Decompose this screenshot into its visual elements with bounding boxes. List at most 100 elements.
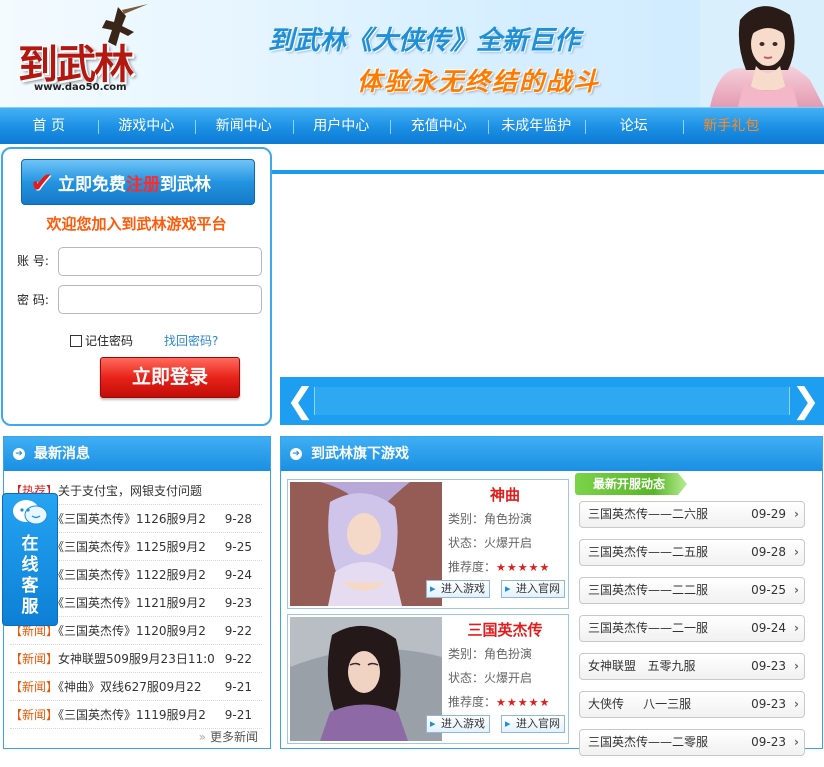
remember-checkbox[interactable]: [70, 334, 82, 347]
news-title: 《三国英杰传》1119服9月2: [58, 708, 206, 722]
chevron-right-icon: ›: [794, 697, 799, 711]
game-card: 三国英杰传 类别：角色扮演 状态：火爆开启 推荐度：★★★★★ 进入游戏 进入官…: [287, 614, 569, 744]
chat-bubble-icon: [13, 500, 48, 525]
heroine-illustration: [700, 0, 824, 107]
news-title: 《三国英杰传》1125服9月2: [58, 540, 206, 554]
news-date: 9-23: [224, 596, 252, 610]
slider-prev-icon[interactable]: ❮: [286, 381, 315, 421]
more-news-link[interactable]: » 更多新闻: [199, 726, 258, 748]
forgot-password-link[interactable]: 找回密码?: [164, 332, 218, 349]
game-type: 类别：角色扮演: [448, 512, 533, 526]
server-item[interactable]: 三国英杰传——二二服 09-25 ›: [579, 577, 805, 604]
news-date: 9-28: [224, 512, 252, 526]
news-date: 9-21: [224, 708, 252, 722]
server-item[interactable]: 三国英杰传——二六服 09-29 ›: [579, 501, 805, 528]
server-item[interactable]: 女神联盟 五零九服 09-23 ›: [579, 653, 805, 680]
game-card: 神曲 类别：角色扮演 状态：火爆开启 推荐度：★★★★★ 进入游戏 进入官网: [287, 479, 569, 609]
more-news-label: 更多新闻: [209, 730, 258, 744]
password-label: 密 码:: [17, 293, 49, 307]
official-site-button[interactable]: 进入官网: [501, 580, 565, 598]
site-logo[interactable]: 到武林 www.dao50.com: [8, 2, 158, 102]
news-item[interactable]: 【新闻】《三国英杰传》1119服9月2 9-21: [10, 701, 262, 729]
server-name: 三国英杰传——二一服: [588, 621, 709, 635]
register-suffix: 到武林: [160, 174, 211, 195]
game-recommend: 推荐度：★★★★★: [448, 693, 550, 710]
server-date: 09-28: [751, 545, 786, 559]
server-item[interactable]: 三国英杰传——二一服 09-24 ›: [579, 615, 805, 642]
welcome-text: 欢迎您加入到武林游戏平台: [46, 215, 227, 233]
online-service-label: 在线客服: [21, 534, 39, 617]
game-image-shenqu[interactable]: [290, 482, 442, 606]
news-item[interactable]: 【新闻】《神曲》双线627服09月22 9-21: [10, 673, 262, 701]
news-date: 9-25: [224, 540, 252, 554]
server-list: 三国英杰传——二六服 09-29 › 三国英杰传——二五服 09-28 › 三国英杰传——二…: [579, 501, 805, 767]
chevron-right-icon: ›: [794, 735, 799, 749]
news-title: 女神联盟509服9月23日11:0: [58, 652, 215, 666]
nav-game-center[interactable]: 游戏中心: [97, 108, 196, 144]
news-tag: 【新闻】: [10, 680, 59, 694]
server-name: 三国英杰传——二六服: [588, 507, 709, 521]
nav-home[interactable]: 首 页: [0, 108, 98, 144]
news-date: 9-22: [224, 652, 252, 666]
server-date: 09-23: [751, 659, 786, 673]
nav-newbie-gift[interactable]: 新手礼包: [682, 108, 781, 144]
news-title: 《三国英杰传》1122服9月2: [58, 568, 206, 582]
news-date: 9-21: [224, 680, 252, 694]
slogan-main: 到武林《大侠传》全新巨作: [268, 26, 581, 56]
account-label: 账 号:: [17, 254, 49, 268]
game-recommend: 推荐度：★★★★★: [448, 558, 550, 575]
nav-minor-guardianship[interactable]: 未成年监护: [487, 108, 586, 144]
game-status: 状态：火爆开启: [448, 536, 533, 550]
nav-recharge-center[interactable]: 充值中心: [390, 108, 488, 144]
server-date: 09-24: [751, 621, 786, 635]
server-date: 09-29: [751, 507, 786, 521]
remember-password[interactable]: 记住密码: [70, 332, 133, 349]
play-game-button[interactable]: 进入游戏: [426, 715, 490, 733]
server-name: 三国英杰传——二五服: [588, 545, 709, 559]
server-date: 09-23: [751, 697, 786, 711]
nav-forum[interactable]: 论坛: [585, 108, 683, 144]
double-chevron-icon: »: [198, 730, 206, 744]
chevron-right-icon: ›: [794, 507, 799, 521]
play-game-button[interactable]: 进入游戏: [426, 580, 490, 598]
server-item[interactable]: 三国英杰传——二五服 09-28 ›: [579, 539, 805, 566]
news-tag: 【新闻】: [10, 708, 59, 722]
server-item[interactable]: 大侠传 八一三服 09-23 ›: [579, 691, 805, 718]
server-date: 09-23: [751, 735, 786, 749]
chevron-right-icon: ›: [794, 583, 799, 597]
chevron-right-icon: ›: [794, 621, 799, 635]
news-title: 《三国英杰传》1126服9月2: [58, 512, 206, 526]
games-panel-title: 到武林旗下游戏: [311, 446, 409, 462]
slider-control-bar: ❮ ❯: [280, 377, 824, 425]
news-title: 关于支付宝，网银支付问题: [58, 484, 203, 498]
register-button[interactable]: ✔ 立即免费 注册 到武林: [21, 159, 255, 205]
server-name: 大侠传 八一三服: [588, 697, 692, 711]
nav-news-center[interactable]: 新闻中心: [195, 108, 293, 144]
official-site-button[interactable]: 进入官网: [501, 715, 565, 733]
games-panel-header: ➔ 到武林旗下游戏: [281, 437, 822, 471]
slogan-sub: 体验永无终结的战斗: [357, 67, 601, 96]
game-name: 三国英杰传: [467, 621, 543, 639]
game-status: 状态：火爆开启: [448, 671, 533, 685]
main-nav: 首 页 游戏中心 新闻中心 用户中心 充值中心 未成年监护 论坛 新手礼包: [0, 107, 824, 144]
server-date: 09-25: [751, 583, 786, 597]
news-title: 《神曲》双线627服09月22: [58, 680, 202, 694]
slider-top-border: [272, 170, 824, 174]
news-item[interactable]: 【新闻】女神联盟509服9月23日11:0 9-22: [10, 645, 262, 673]
online-service-button[interactable]: 在线客服: [2, 493, 58, 626]
server-list-title: 最新开服动态: [575, 473, 687, 495]
slider-next-icon[interactable]: ❯: [792, 381, 821, 421]
nav-user-center[interactable]: 用户中心: [292, 108, 391, 144]
login-button[interactable]: 立即登录: [100, 357, 240, 398]
register-prefix: 立即免费: [58, 174, 126, 195]
server-item[interactable]: 三国英杰传——二零服 09-23 ›: [579, 729, 805, 756]
game-image-sanguo[interactable]: [290, 617, 442, 741]
news-panel-header: ➔ 最新消息: [4, 437, 270, 471]
password-input[interactable]: [58, 285, 262, 314]
news-tag: 【新闻】: [10, 652, 59, 666]
slider-thumbnail-strip[interactable]: [314, 387, 790, 415]
news-date: 9-24: [224, 568, 252, 582]
remember-label: 记住密码: [85, 334, 134, 348]
account-input[interactable]: [58, 247, 262, 276]
news-title: 《三国英杰传》1121服9月2: [58, 596, 206, 610]
